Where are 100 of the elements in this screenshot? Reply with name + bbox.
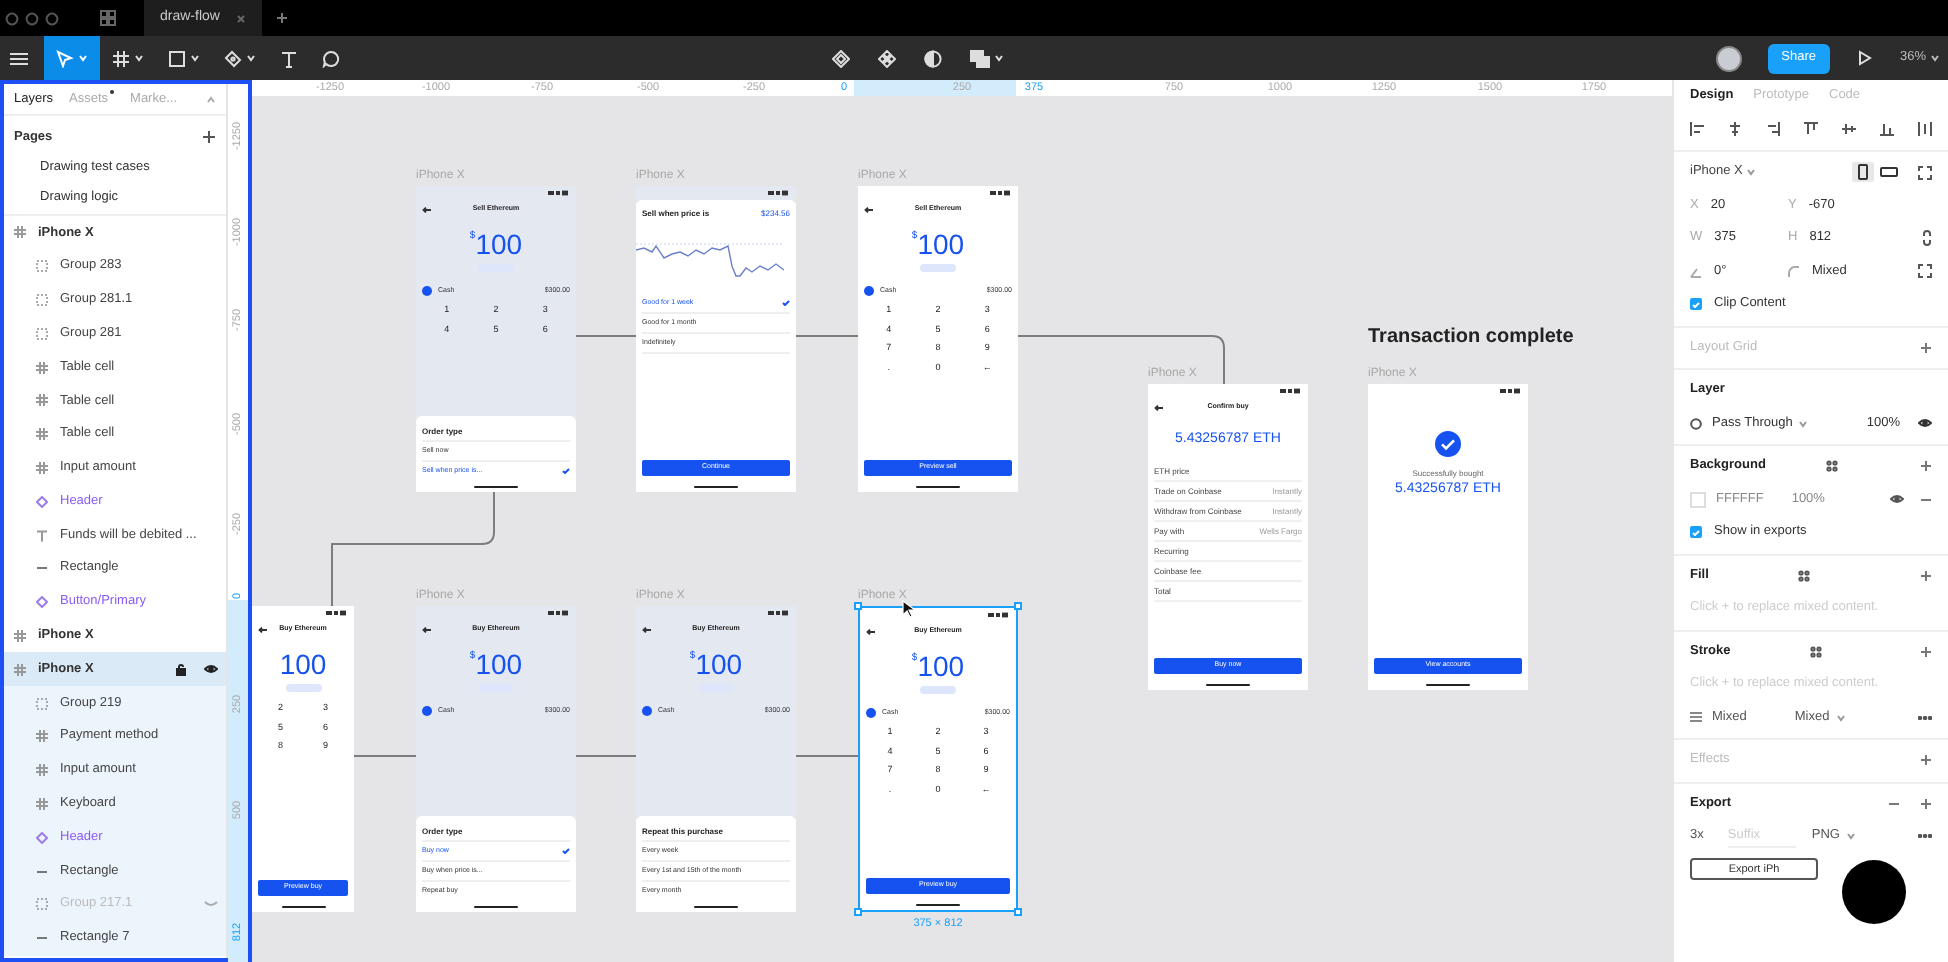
orientation-toggle[interactable] — [1852, 162, 1874, 183]
home-indicator — [916, 485, 960, 487]
caret-icon — [78, 54, 88, 62]
align-top-icon[interactable] — [1804, 122, 1818, 137]
amount-value: 100 — [475, 649, 523, 679]
overlapping-squares-icon — [970, 49, 990, 67]
home-indicator — [916, 903, 960, 905]
connector-line — [575, 755, 637, 757]
caret-icon — [994, 54, 1004, 62]
component-icon[interactable] — [832, 49, 850, 67]
avatar[interactable] — [1715, 45, 1742, 71]
component-icon — [36, 596, 48, 609]
add-icon[interactable] — [1919, 569, 1932, 582]
align-horizontal-center-icon[interactable] — [1728, 122, 1742, 137]
group-icon — [36, 293, 48, 306]
plus-icon[interactable] — [275, 12, 288, 24]
color-swatch[interactable] — [1690, 491, 1706, 508]
caret-icon — [1845, 832, 1856, 841]
back-arrow-icon[interactable] — [866, 628, 876, 636]
checkbox[interactable] — [1690, 526, 1702, 539]
align-right-icon[interactable] — [1766, 122, 1780, 137]
line-icon — [36, 562, 48, 575]
frame-icon — [36, 764, 48, 777]
canvas-heading: Transaction complete — [1368, 324, 1574, 352]
styles-icon[interactable] — [1798, 569, 1811, 582]
status-icons — [326, 610, 346, 616]
add-page-icon[interactable] — [202, 130, 216, 144]
home-indicator — [694, 485, 738, 487]
amount-value: 100 — [475, 229, 523, 259]
status-icons — [1280, 388, 1300, 394]
lock-icon[interactable] — [176, 663, 186, 676]
back-arrow-icon[interactable] — [422, 626, 432, 634]
remove-icon[interactable] — [1888, 797, 1900, 810]
add-icon[interactable] — [1920, 341, 1932, 354]
resize-handle[interactable] — [1014, 602, 1022, 610]
home-indicator — [474, 905, 518, 907]
home-indicator — [694, 905, 738, 907]
status-icons — [990, 190, 1010, 196]
corner-radius-icon — [1788, 265, 1800, 278]
window-controls-icon[interactable] — [4, 11, 64, 25]
orientation-toggle[interactable] — [1878, 162, 1900, 183]
eye-icon[interactable] — [204, 664, 218, 675]
add-icon[interactable] — [1920, 797, 1932, 810]
cash-icon — [422, 286, 432, 296]
cash-icon — [864, 286, 874, 296]
amount-value: 100 — [917, 651, 965, 681]
text-tool-icon — [280, 49, 298, 67]
add-icon[interactable] — [1919, 645, 1932, 658]
component-set-icon[interactable] — [878, 49, 896, 67]
boolean-button[interactable] — [970, 49, 1004, 67]
styles-icon[interactable] — [1826, 460, 1839, 473]
align-left-icon[interactable] — [1690, 122, 1704, 137]
styles-icon[interactable] — [1809, 645, 1822, 658]
checkbox[interactable] — [1690, 298, 1702, 311]
landscape-icon — [1880, 164, 1898, 181]
back-arrow-icon[interactable] — [642, 626, 652, 634]
cash-icon — [642, 706, 652, 716]
back-arrow-icon[interactable] — [864, 206, 874, 214]
constrain-proportions-icon[interactable] — [1922, 230, 1932, 247]
add-icon[interactable] — [1920, 754, 1932, 767]
back-arrow-icon[interactable] — [258, 626, 268, 634]
component-icon — [36, 495, 48, 508]
eye-icon[interactable] — [1918, 418, 1932, 429]
cash-icon — [422, 706, 432, 716]
independent-corners-icon[interactable] — [1918, 264, 1932, 279]
more-icon[interactable] — [1918, 715, 1932, 720]
component-icon — [36, 831, 48, 844]
home-indicator — [281, 905, 325, 907]
rectangle-tool-icon — [168, 49, 186, 67]
resize-handle[interactable] — [854, 908, 862, 916]
resize-handle[interactable] — [1014, 908, 1022, 916]
status-icons — [988, 612, 1008, 618]
close-icon[interactable] — [235, 13, 246, 23]
grid-icon[interactable] — [100, 10, 116, 26]
caret-icon — [1798, 419, 1809, 428]
eye-icon[interactable] — [1890, 494, 1904, 505]
group-icon — [36, 260, 48, 273]
add-icon[interactable] — [1919, 460, 1932, 473]
align-bottom-icon[interactable] — [1880, 122, 1894, 137]
resize-to-fit-icon[interactable] — [1918, 165, 1932, 180]
home-indicator — [1206, 683, 1250, 685]
align-vertical-center-icon[interactable] — [1842, 122, 1856, 137]
play-icon[interactable] — [1857, 50, 1872, 66]
stroke-weight-icon — [1690, 712, 1702, 723]
caret-icon — [190, 54, 200, 62]
resize-handle[interactable] — [854, 602, 862, 610]
check-icon — [1692, 529, 1700, 536]
status-icons — [768, 610, 788, 616]
caret-icon — [1930, 54, 1940, 62]
remove-icon[interactable] — [1920, 493, 1932, 506]
back-arrow-icon[interactable] — [422, 206, 432, 214]
contrast-icon[interactable] — [924, 49, 942, 67]
more-icon[interactable] — [1918, 834, 1932, 839]
check-icon — [1692, 301, 1700, 308]
menu-icon[interactable] — [10, 51, 28, 65]
amount-pill — [285, 683, 321, 691]
frame-icon — [36, 461, 48, 474]
back-arrow-icon[interactable] — [1154, 404, 1164, 412]
status-icons — [548, 190, 568, 196]
distribute-icon[interactable] — [1918, 122, 1932, 137]
